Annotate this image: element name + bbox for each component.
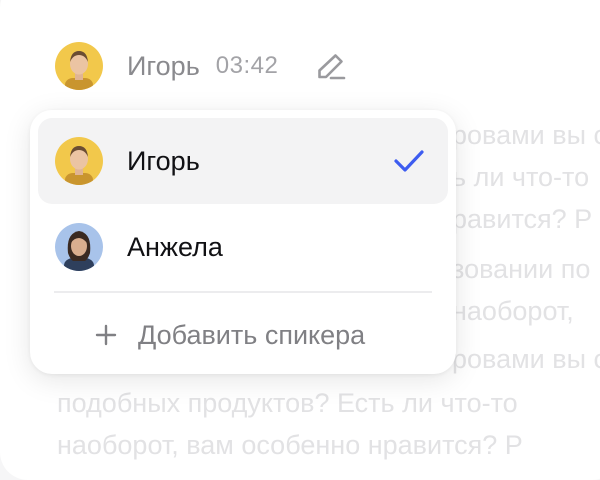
transcript-line: ровами вы с bbox=[452, 120, 600, 150]
pencil-icon[interactable] bbox=[314, 49, 348, 83]
transcript-line: равится? Р bbox=[452, 204, 593, 234]
speaker-option-anzhela[interactable]: Анжела bbox=[38, 204, 448, 290]
transcript-line: ь ли что-то bbox=[452, 162, 590, 192]
speaker-option-label: Игорь bbox=[127, 145, 200, 176]
transcript-line: наоборот, bbox=[452, 296, 574, 326]
speaker-name[interactable]: Игорь bbox=[127, 51, 200, 82]
add-speaker-label: Добавить спикера bbox=[138, 319, 366, 350]
transcript-line: наоборот, вам особенно нравится? Р bbox=[57, 430, 523, 460]
transcript-line: зовании по bbox=[452, 254, 591, 284]
checkmark-icon bbox=[394, 150, 424, 172]
transcript-line: подобных продуктов? Есть ли что-то bbox=[57, 388, 518, 418]
add-speaker-button[interactable]: Добавить спикера bbox=[94, 315, 365, 355]
speaker-header: Игорь 03:42 bbox=[55, 42, 348, 90]
speaker-dropdown: Игорь Анжела Добавить спикера bbox=[30, 110, 456, 374]
avatar-anzhela bbox=[55, 223, 103, 271]
avatar-igor bbox=[55, 137, 103, 185]
transcript-line: ровами вы с bbox=[452, 344, 600, 374]
avatar-igor bbox=[55, 42, 103, 90]
speaker-option-igor[interactable]: Игорь bbox=[38, 118, 448, 204]
speaker-option-label: Анжела bbox=[127, 231, 223, 262]
plus-icon bbox=[95, 324, 117, 346]
divider bbox=[54, 291, 432, 293]
timestamp: 03:42 bbox=[215, 52, 279, 79]
